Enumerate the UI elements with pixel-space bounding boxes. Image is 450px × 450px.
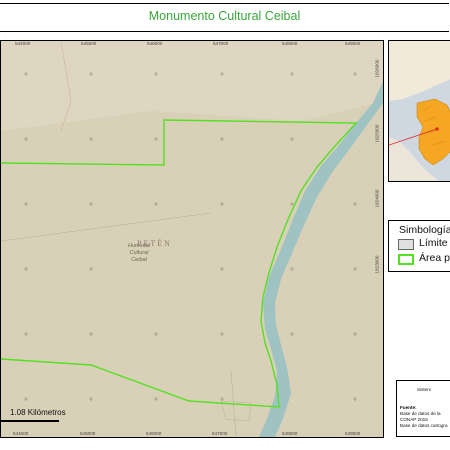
x-tick-top: 548000 <box>282 41 298 46</box>
y-tick: 1823000 <box>374 255 380 274</box>
x-tick-bottom: 549000 <box>345 431 361 436</box>
main-map-canvas: PETÉN Humedal Cultural Ceibal <box>1 41 383 437</box>
scale-label: 1.08 Kilómetros <box>10 408 66 417</box>
info-source-year: CONAP 2016 <box>400 417 428 422</box>
x-tick-top: 545000 <box>81 41 97 46</box>
place-label-line1: Humedal <box>128 243 151 249</box>
main-map[interactable]: PETÉN Humedal Cultural Ceibal <box>0 40 384 438</box>
inset-pointer-dot <box>435 127 439 131</box>
x-tick-bottom: 546000 <box>146 431 162 436</box>
place-label-line2: Cultural <box>130 250 150 256</box>
x-tick-top: 547000 <box>213 41 229 46</box>
legend-swatch-protected-area <box>398 254 414 265</box>
info-system: Sistem <box>417 387 432 392</box>
x-tick-bottom: 547000 <box>212 431 228 436</box>
legend-item-limit: Límite <box>398 237 450 251</box>
legend-label-limit: Límite <box>419 237 448 249</box>
legend-title: Simbología <box>399 224 450 236</box>
y-tick: 1824000 <box>374 189 380 208</box>
y-tick: 1825000 <box>374 124 380 143</box>
x-tick-bottom: 548000 <box>282 431 298 436</box>
inset-canvas <box>389 41 450 181</box>
title-bar: Monumento Cultural Ceibal <box>0 3 449 32</box>
legend: Simbología Límite Área pr <box>388 220 450 272</box>
sources-box: Sistem Fuente: Base de datos de la CONAP… <box>396 380 450 437</box>
y-tick: 1826000 <box>374 59 380 78</box>
info-source-heading: Fuente: <box>400 405 417 410</box>
scale-bar <box>0 420 59 422</box>
legend-item-protected-area: Área pr <box>398 252 450 266</box>
place-label-line3: Ceibal <box>131 257 147 263</box>
legend-swatch-limit <box>398 239 414 250</box>
x-tick-top: 544000 <box>15 41 31 46</box>
map-title: Monumento Cultural Ceibal <box>148 9 301 23</box>
inset-locator-map[interactable] <box>388 40 450 182</box>
x-tick-top: 546000 <box>147 41 163 46</box>
info-source-line: Base de datos de la <box>400 411 441 416</box>
x-tick-bottom: 545000 <box>80 431 96 436</box>
legend-label-protected-area: Área pr <box>419 252 450 264</box>
x-tick-top: 549000 <box>345 41 361 46</box>
info-source-carto: Base de datos cartogra <box>400 423 448 428</box>
x-tick-bottom: 544000 <box>13 431 29 436</box>
